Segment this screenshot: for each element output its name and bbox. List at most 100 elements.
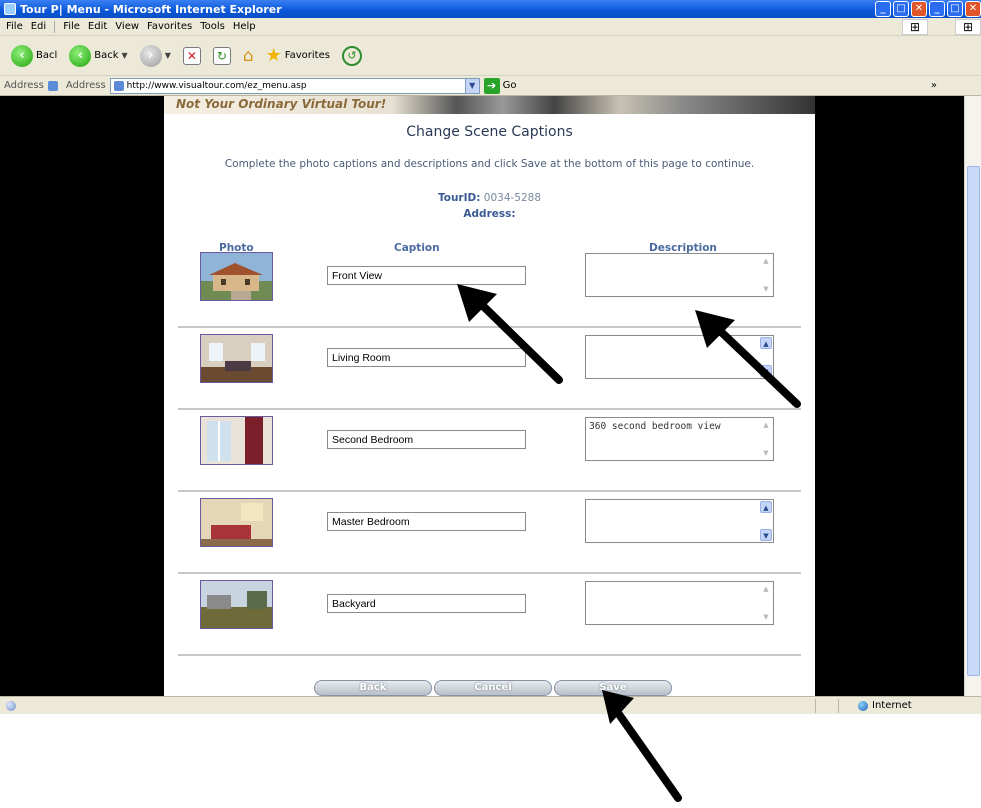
browser-window: Tour P| Menu - Microsoft Internet Explor…: [0, 0, 981, 808]
window-titlebar: Tour P| Menu - Microsoft Internet Explor…: [0, 0, 981, 18]
url-input[interactable]: http://www.visualtour.com/ez_menu.asp ▼: [109, 77, 480, 94]
description-textarea[interactable]: ▲ ▼: [585, 499, 774, 543]
scene-row: ▲ ▼: [178, 574, 801, 656]
standard-toolbar: ‹ Bacl ‹ Back ▼ › ▼ ✕ ↻ ⌂ ★ Favorites ↺: [0, 36, 981, 76]
address-dropdown-icon[interactable]: ▼: [464, 78, 479, 93]
home-button[interactable]: ⌂: [240, 44, 257, 68]
description-textarea[interactable]: 360 second bedroom view ▲ ▼: [585, 417, 774, 461]
scroll-up-icon[interactable]: ▲: [760, 501, 772, 513]
scroll-down-icon[interactable]: ▼: [760, 529, 772, 541]
chevron-down-icon-2[interactable]: ▼: [165, 51, 171, 60]
textarea-scrollbar[interactable]: ▲ ▼: [759, 418, 773, 460]
globe-icon: [858, 700, 868, 711]
go-label: Go: [502, 80, 517, 91]
menu-tools[interactable]: Tools: [200, 21, 225, 32]
page-scrollbar[interactable]: [964, 96, 981, 696]
close-button[interactable]: ✕: [911, 1, 927, 17]
minimize-button[interactable]: _: [875, 1, 891, 17]
star-icon: ★: [265, 45, 282, 66]
security-zone-label: Internet: [872, 700, 912, 711]
tour-id-value: 0034-5288: [483, 192, 542, 204]
menu-favorites[interactable]: Favorites: [147, 21, 192, 32]
forward-button[interactable]: › ▼: [137, 43, 174, 69]
scene-thumbnail-master-bedroom: [200, 498, 273, 547]
scroll-up-icon[interactable]: ▲: [760, 255, 772, 267]
menu-edit-truncated[interactable]: Edi: [31, 21, 46, 32]
status-divider: [838, 698, 839, 713]
menu-file-2[interactable]: File: [63, 21, 80, 32]
page-viewport: Not Your Ordinary Virtual Tour! Change S…: [0, 96, 981, 696]
textarea-scrollbar[interactable]: ▲ ▼: [759, 254, 773, 296]
annotation-arrow-caption: [457, 284, 563, 384]
scroll-down-icon[interactable]: ▼: [760, 611, 772, 623]
refresh-button[interactable]: ↻: [210, 45, 234, 67]
cancel-button[interactable]: Cancel: [434, 680, 552, 696]
ie-icon: [4, 3, 16, 15]
back-form-button[interactable]: Back: [314, 680, 432, 696]
history-icon: ↺: [341, 45, 362, 66]
caption-input[interactable]: [327, 594, 526, 613]
banner-image: Not Your Ordinary Virtual Tour!: [164, 96, 815, 114]
menu-file[interactable]: File: [6, 21, 23, 32]
scrollbar-thumb[interactable]: [967, 166, 980, 676]
tour-id-label: TourID:: [437, 192, 481, 204]
back-button[interactable]: ‹ Back ▼: [66, 43, 130, 69]
textarea-scrollbar[interactable]: ▲ ▼: [759, 582, 773, 624]
ie-page-icon: [47, 80, 58, 91]
chevron-down-icon[interactable]: ▼: [122, 51, 128, 60]
back-arrow-icon-2: ‹: [69, 44, 92, 67]
window-controls: _ □ ✕ _ □ ✕: [875, 1, 981, 17]
windows-logo-icon: ⊞: [902, 19, 928, 35]
minimize-button-2[interactable]: _: [929, 1, 945, 17]
description-text: 360 second bedroom view: [589, 421, 721, 432]
maximize-button[interactable]: □: [893, 1, 909, 17]
scene-thumbnail-front-view: [200, 252, 273, 301]
menu-divider: [54, 20, 56, 33]
go-button[interactable]: ➔ Go: [483, 77, 517, 94]
windows-logo-icon-2: ⊞: [955, 19, 981, 35]
close-button-2[interactable]: ✕: [965, 1, 981, 17]
banner-tagline: Not Your Ordinary Virtual Tour!: [176, 97, 387, 111]
menu-view[interactable]: View: [115, 21, 139, 32]
scroll-down-icon[interactable]: ▼: [760, 447, 772, 459]
caption-input[interactable]: [327, 430, 526, 449]
page-status-icon: [6, 700, 16, 711]
scroll-up-icon[interactable]: ▲: [760, 583, 772, 595]
description-textarea[interactable]: ▲ ▼: [585, 253, 774, 297]
address-bar: Address Address http://www.visualtour.co…: [0, 76, 981, 96]
maximize-button-2[interactable]: □: [947, 1, 963, 17]
address-label-2: Address: [65, 80, 106, 91]
scroll-up-icon[interactable]: ▲: [760, 419, 772, 431]
scene-thumbnail-living-room: [200, 334, 273, 383]
refresh-icon: ↻: [212, 46, 231, 65]
toolbar-overflow-icon[interactable]: »: [931, 80, 937, 91]
page-title: Change Scene Captions: [406, 124, 573, 140]
annotation-arrow-description: [695, 310, 801, 408]
scene-row: 360 second bedroom view ▲ ▼: [178, 410, 801, 492]
textarea-scrollbar[interactable]: ▲ ▼: [759, 500, 773, 542]
window-title: Tour P| Menu - Microsoft Internet Explor…: [20, 2, 282, 16]
annotation-arrow-save: [602, 690, 682, 802]
stop-icon: ✕: [182, 46, 201, 65]
favorites-button[interactable]: ★ Favorites: [263, 43, 333, 68]
address-label: Address: [4, 80, 44, 91]
stop-button[interactable]: ✕: [180, 45, 204, 67]
tour-id: TourID: 0034-5288: [164, 192, 815, 204]
go-arrow-icon: ➔: [483, 77, 500, 94]
description-textarea[interactable]: ▲ ▼: [585, 581, 774, 625]
back-label: Back: [94, 50, 119, 61]
status-bar: Internet: [0, 696, 981, 714]
instructions-text: Complete the photo captions and descript…: [224, 158, 755, 170]
menu-edit[interactable]: Edit: [88, 21, 107, 32]
back-short-label: Bacl: [36, 50, 58, 61]
history-button[interactable]: ↺: [339, 44, 365, 68]
menu-help[interactable]: Help: [233, 21, 256, 32]
scroll-down-icon[interactable]: ▼: [760, 283, 772, 295]
back-button-short[interactable]: ‹ Bacl: [8, 43, 60, 69]
scene-row: ▲ ▼: [178, 492, 801, 574]
page-icon: [113, 80, 124, 91]
caption-input[interactable]: [327, 512, 526, 531]
back-arrow-icon: ‹: [11, 44, 33, 67]
scene-thumbnail-backyard: [200, 580, 273, 629]
address-field-label: Address:: [463, 208, 516, 220]
